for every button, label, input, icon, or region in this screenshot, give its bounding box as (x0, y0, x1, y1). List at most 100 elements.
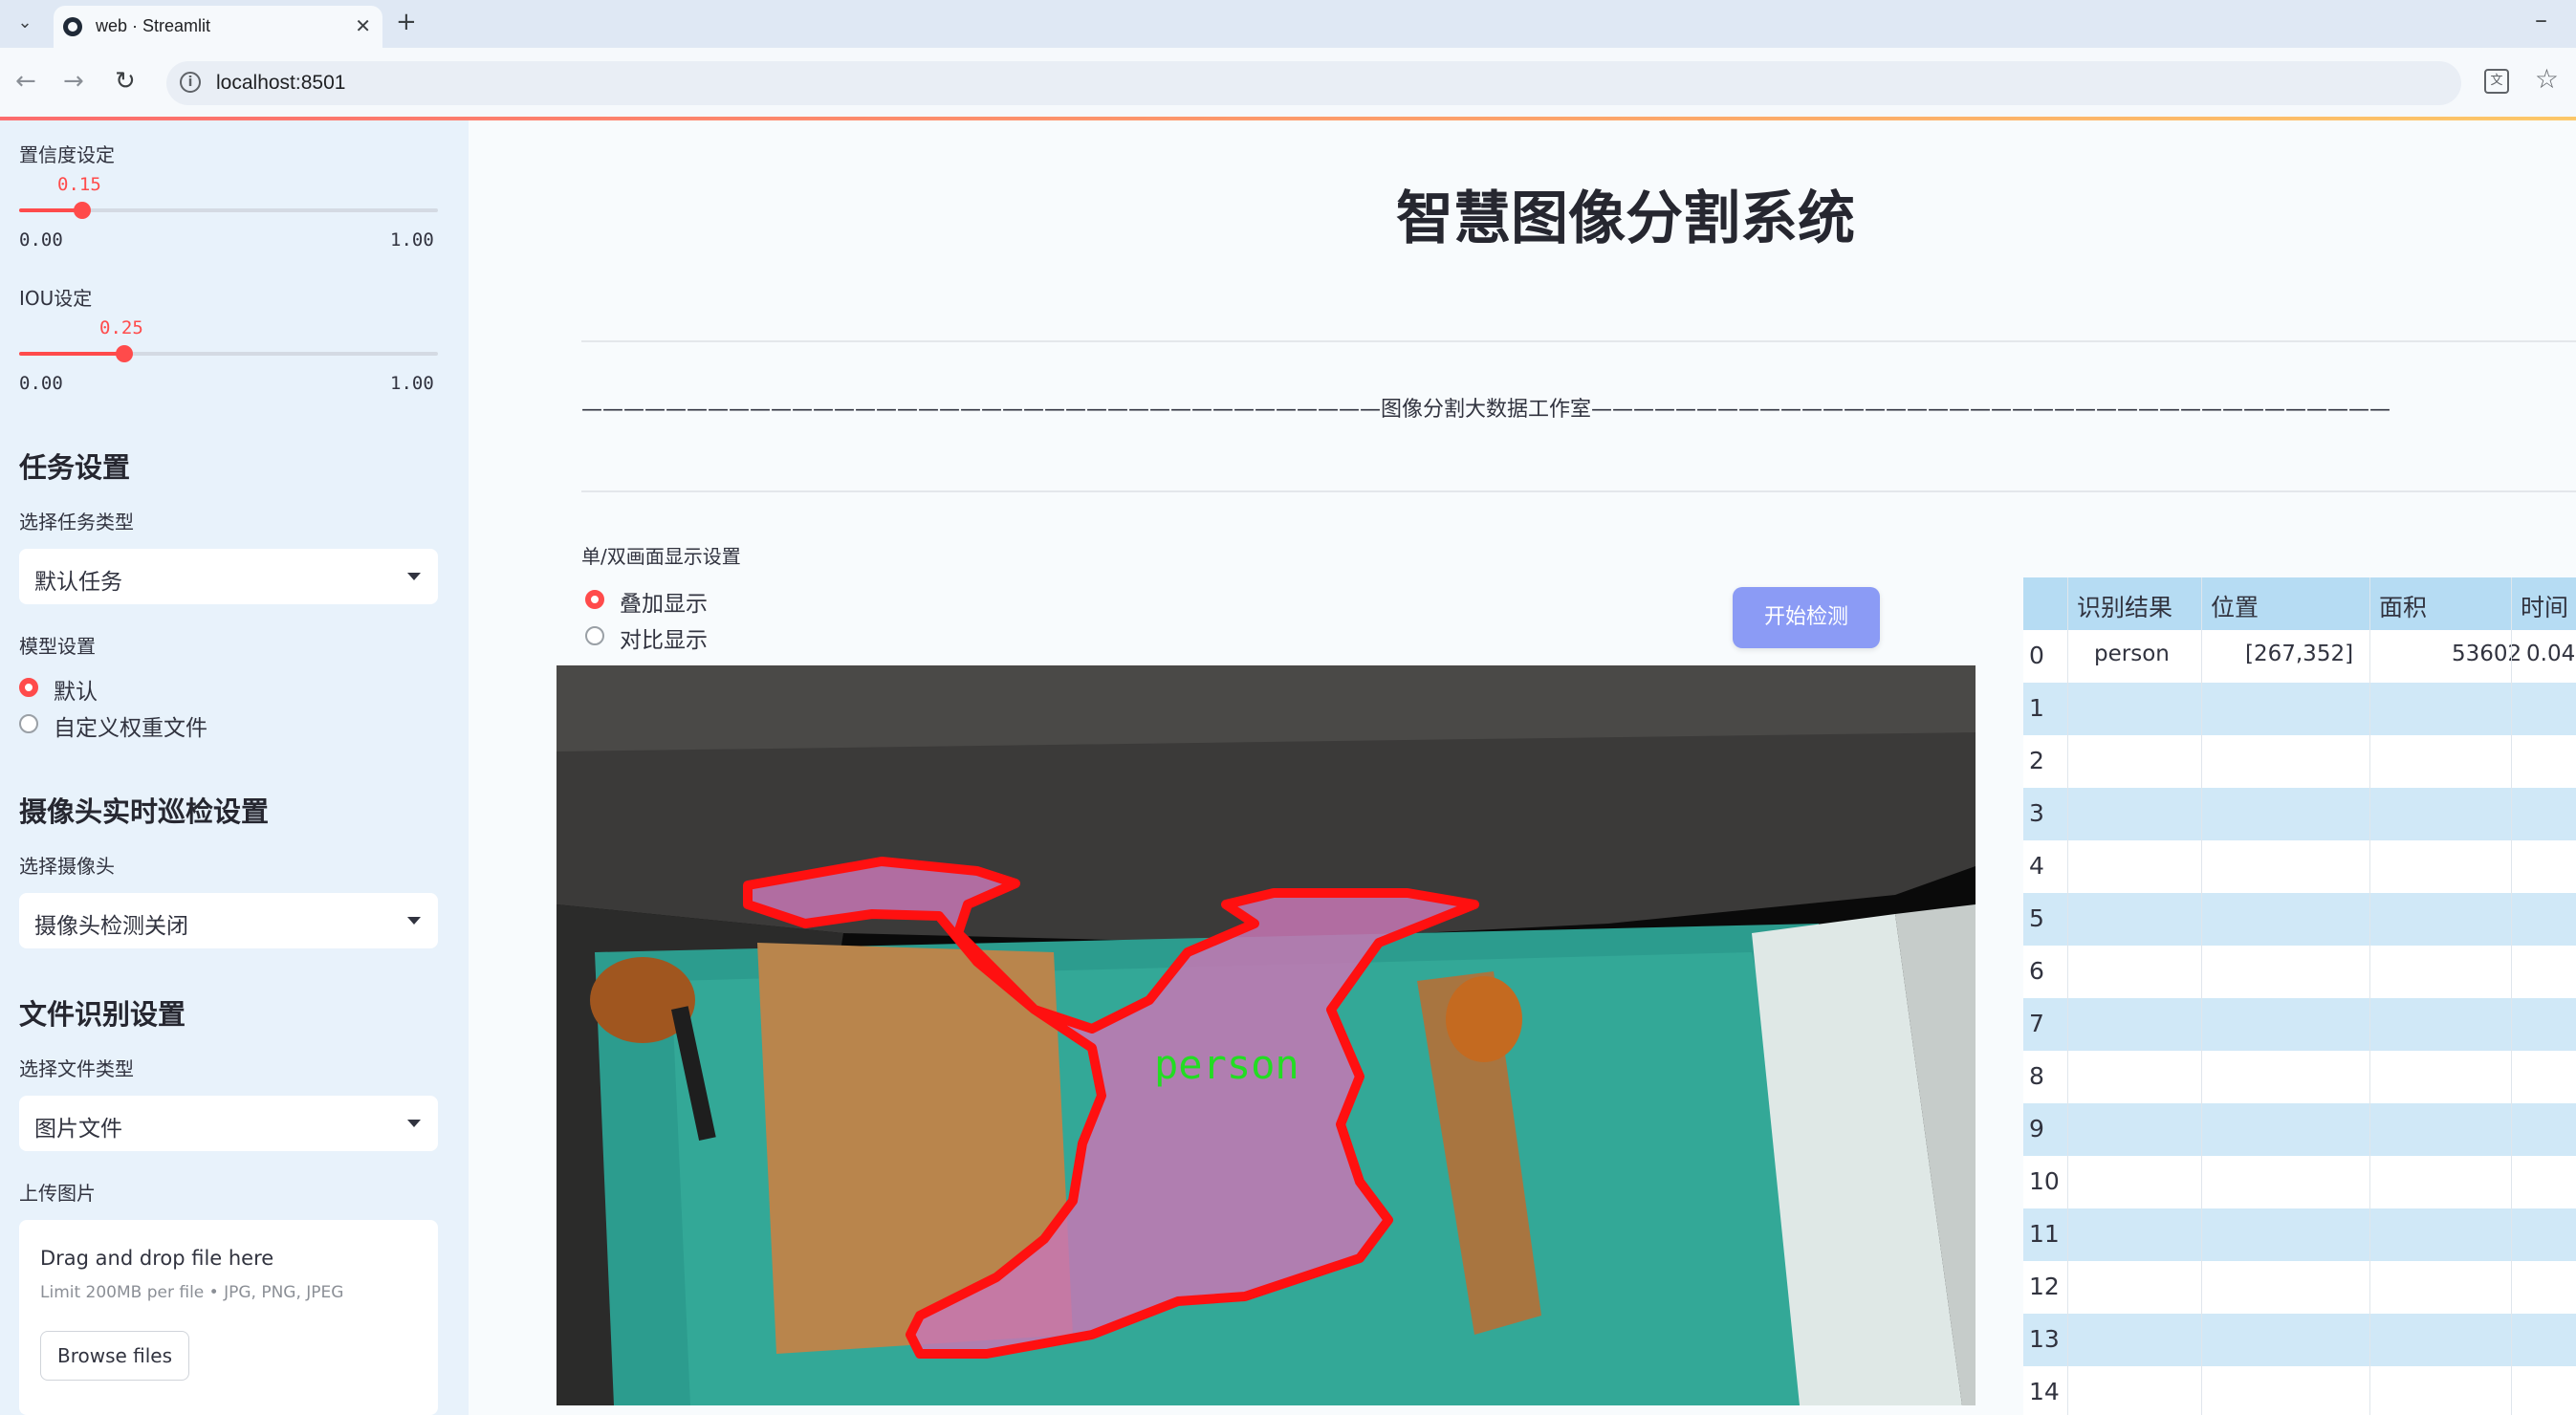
chevron-down-icon (407, 917, 421, 925)
task-type-value: 默认任务 (34, 570, 122, 595)
table-header-row: 识别结果 位置 面积 时间 (2023, 577, 2576, 630)
iou-slider-fill (19, 352, 124, 356)
table-cell: person (2094, 642, 2170, 666)
column-separator (2067, 577, 2068, 1415)
table-row[interactable]: 10 (2023, 1156, 2576, 1208)
chevron-down-icon (407, 573, 421, 580)
browse-files-button[interactable]: Browse files (40, 1331, 189, 1381)
window-minimize-icon[interactable]: – (2535, 6, 2547, 34)
iou-slider-max: 1.00 (390, 373, 434, 394)
camera-select-value: 摄像头检测关闭 (34, 914, 188, 939)
row-index: 12 (2029, 1273, 2060, 1300)
upload-label: 上传图片 (19, 1182, 96, 1205)
confidence-slider-fill (19, 208, 82, 212)
divider-bottom (581, 490, 2576, 492)
browser-tab-bar: ⌄ web · Streamlit ✕ + – (0, 0, 2576, 48)
row-index: 2 (2029, 747, 2044, 774)
camera-select[interactable]: 摄像头检测关闭 (19, 893, 438, 948)
file-type-select[interactable]: 图片文件 (19, 1096, 438, 1151)
url-text[interactable]: localhost:8501 (216, 72, 345, 95)
bookmark-star-icon[interactable]: ☆ (2535, 63, 2559, 95)
detection-label: person (1154, 1041, 1299, 1088)
confidence-slider-value: 0.15 (57, 174, 101, 195)
row-index: 4 (2029, 852, 2044, 880)
row-index: 7 (2029, 1010, 2044, 1037)
start-detection-button[interactable]: 开始检测 (1733, 587, 1880, 648)
forward-arrow-icon[interactable]: → (63, 67, 84, 96)
chevron-down-icon (407, 1120, 421, 1127)
translate-icon[interactable]: 文 (2484, 69, 2509, 94)
url-field[interactable]: i localhost:8501 (166, 61, 2461, 105)
model-option-default-label: 默认 (54, 680, 98, 705)
table-row[interactable]: 4 (2023, 840, 2576, 893)
iou-slider-thumb[interactable] (115, 345, 133, 362)
subtitle-banner: ——————————————————————————————————————图像… (581, 398, 2391, 422)
table-row[interactable]: 6 (2023, 946, 2576, 998)
tab-search-chevron-icon[interactable]: ⌄ (11, 10, 38, 36)
display-option-overlay-label: 叠加显示 (620, 592, 708, 617)
new-tab-plus-icon[interactable]: + (396, 8, 417, 36)
row-index: 5 (2029, 904, 2044, 932)
row-index: 13 (2029, 1325, 2060, 1353)
task-type-label: 选择任务类型 (19, 511, 134, 533)
back-arrow-icon[interactable]: ← (15, 67, 36, 96)
row-index: 14 (2029, 1378, 2060, 1405)
row-index: 11 (2029, 1220, 2060, 1248)
camera-settings-heading: 摄像头实时巡检设置 (19, 795, 270, 828)
table-row[interactable]: 14 (2023, 1366, 2576, 1415)
table-row[interactable]: 8 (2023, 1051, 2576, 1103)
task-type-select[interactable]: 默认任务 (19, 549, 438, 604)
file-settings-heading: 文件识别设置 (19, 998, 186, 1031)
column-header-time: 时间 (2521, 594, 2569, 621)
table-row[interactable]: 0 person [267,352] 53602 0.04 (2023, 630, 2576, 683)
results-table[interactable]: 识别结果 位置 面积 时间 0 person [267,352] 53602 0.04 1… (2023, 577, 2576, 1415)
column-header-result: 识别结果 (2077, 594, 2173, 621)
guitar-right-body (1446, 976, 1522, 1062)
table-row[interactable]: 3 (2023, 788, 2576, 840)
row-index: 1 (2029, 694, 2044, 722)
radio-selected-icon[interactable] (585, 590, 604, 609)
radio-unselected-icon[interactable] (19, 714, 38, 733)
confidence-slider-thumb[interactable] (73, 202, 91, 219)
reload-icon[interactable]: ↻ (115, 67, 136, 96)
iou-slider-value: 0.25 (99, 317, 143, 338)
radio-unselected-icon[interactable] (585, 626, 604, 645)
column-header-position: 位置 (2211, 594, 2259, 621)
confidence-slider-max: 1.00 (390, 229, 434, 250)
result-image-canvas: person (557, 665, 1976, 1405)
radio-selected-icon[interactable] (19, 678, 38, 697)
sidebar: 置信度设定 0.15 0.00 1.00 IOU设定 0.25 0.00 1.0… (0, 120, 469, 1415)
column-separator (2201, 577, 2202, 1415)
site-info-icon[interactable]: i (180, 72, 201, 93)
table-row[interactable]: 7 (2023, 998, 2576, 1051)
iou-slider[interactable] (19, 345, 438, 362)
iou-slider-min: 0.00 (19, 373, 63, 394)
divider-top (581, 340, 2576, 342)
table-row[interactable]: 13 (2023, 1314, 2576, 1366)
confidence-slider-label: 置信度设定 (19, 143, 115, 166)
table-cell: [267,352] (2245, 642, 2354, 666)
streamlit-favicon-icon (63, 17, 82, 36)
tab-close-icon[interactable]: ✕ (355, 14, 371, 37)
confidence-slider[interactable] (19, 202, 438, 219)
table-row[interactable]: 1 (2023, 683, 2576, 735)
row-index: 3 (2029, 799, 2044, 827)
file-type-value: 图片文件 (34, 1117, 122, 1142)
browser-tab[interactable]: web · Streamlit ✕ (54, 6, 382, 48)
row-index: 10 (2029, 1167, 2060, 1195)
upload-limit-text: Limit 200MB per file • JPG, PNG, JPEG (40, 1283, 344, 1302)
file-uploader-dropzone[interactable]: Drag and drop file here Limit 200MB per … (19, 1220, 438, 1415)
row-index: 0 (2029, 642, 2044, 669)
table-row[interactable]: 11 (2023, 1208, 2576, 1261)
table-row[interactable]: 9 (2023, 1103, 2576, 1156)
table-row[interactable]: 5 (2023, 893, 2576, 946)
tab-title: web · Streamlit (96, 16, 211, 35)
task-settings-heading: 任务设置 (19, 451, 131, 484)
display-option-compare-label: 对比显示 (620, 628, 708, 653)
display-mode-label: 单/双画面显示设置 (581, 545, 741, 568)
table-row[interactable]: 2 (2023, 735, 2576, 788)
camera-select-label: 选择摄像头 (19, 855, 115, 878)
row-index: 6 (2029, 957, 2044, 985)
table-cell: 0.04 (2526, 642, 2576, 666)
table-row[interactable]: 12 (2023, 1261, 2576, 1314)
